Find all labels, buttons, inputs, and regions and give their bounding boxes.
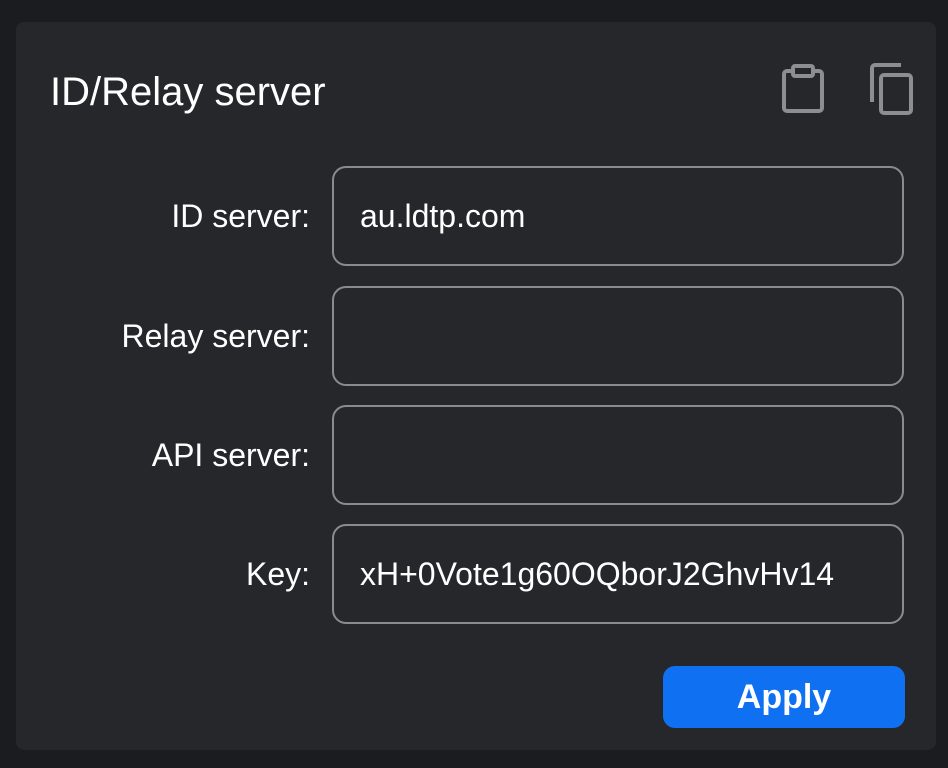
server-settings-panel: ID/Relay server ID server: Relay server:…: [16, 22, 936, 750]
section-title: ID/Relay server: [50, 70, 326, 114]
key-row: Key:: [16, 524, 936, 624]
copy-button[interactable]: [866, 60, 916, 118]
api-server-label: API server:: [151, 437, 310, 473]
id-server-label: ID server:: [171, 198, 310, 234]
relay-server-input[interactable]: [332, 286, 904, 386]
copy-icon: [870, 63, 913, 115]
clipboard-paste-icon: [782, 64, 824, 113]
id-server-row: ID server:: [16, 166, 936, 266]
api-server-input[interactable]: [332, 405, 904, 505]
paste-button[interactable]: [778, 60, 828, 118]
apply-button[interactable]: Apply: [663, 666, 905, 728]
api-server-row: API server:: [16, 405, 936, 505]
relay-server-label: Relay server:: [121, 318, 311, 354]
relay-server-row: Relay server:: [16, 286, 936, 386]
key-label: Key:: [245, 556, 310, 592]
key-input[interactable]: [332, 524, 904, 624]
id-server-input[interactable]: [332, 166, 904, 266]
